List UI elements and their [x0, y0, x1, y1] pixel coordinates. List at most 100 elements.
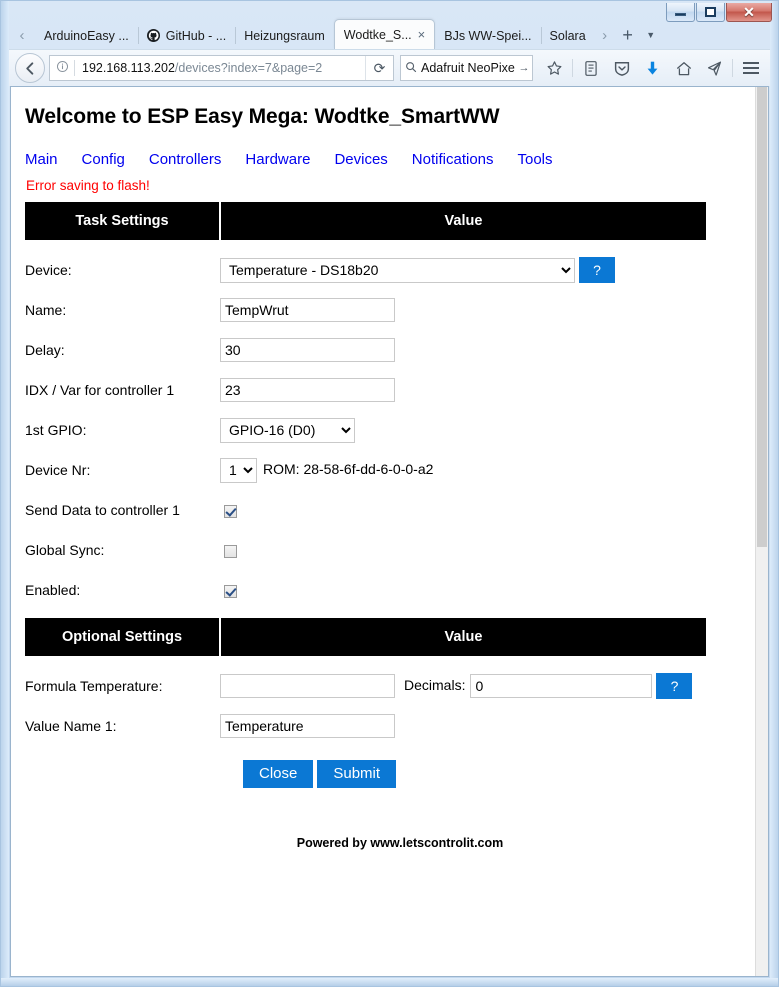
optional-settings-header: Optional Settings — [25, 618, 221, 656]
task-settings-header: Task Settings — [25, 202, 221, 240]
send-data-checkbox[interactable] — [224, 504, 237, 518]
row-global-sync: Global Sync: — [25, 530, 706, 570]
decimals-input[interactable] — [470, 674, 653, 698]
name-value-cell — [220, 290, 706, 330]
tab-label: GitHub - ... — [165, 28, 227, 43]
formula-label: Formula Temperature: — [25, 678, 163, 694]
tab-label: ArduinoEasy ... — [44, 28, 129, 43]
nav-link-controllers[interactable]: Controllers — [149, 151, 222, 168]
back-button[interactable] — [15, 53, 45, 83]
enabled-label: Enabled: — [25, 582, 81, 598]
device-nr-select[interactable]: 1 — [220, 457, 257, 483]
address-bar[interactable]: 192.168.113.202/devices?index=7&page=2 ⟳ — [49, 55, 394, 81]
value-name-1-label: Value Name 1: — [25, 718, 117, 734]
search-go-icon[interactable]: → — [516, 62, 532, 74]
submit-button[interactable]: Submit — [317, 760, 397, 788]
gpio-label: 1st GPIO: — [25, 422, 87, 438]
page-viewport: Welcome to ESP Easy Mega: Wodtke_SmartWW… — [10, 86, 769, 977]
value-header: Value — [220, 202, 706, 240]
value-name-1-value-cell — [220, 706, 706, 746]
window-left-edge — [1, 1, 9, 986]
device-nr-value-cell: 1 ROM: 28-58-6f-dd-6-0-0-a2 — [220, 450, 706, 490]
downloads-icon[interactable] — [637, 53, 668, 83]
device-help-button[interactable]: ? — [579, 257, 615, 283]
esp-easy-page: Welcome to ESP Easy Mega: Wodtke_SmartWW… — [11, 87, 755, 976]
tab-scroll-right-button[interactable]: › — [595, 21, 615, 49]
tab-scroll-left-button[interactable]: ‹ — [9, 21, 35, 49]
idx-label: IDX / Var for controller 1 — [25, 382, 175, 398]
gpio-select[interactable]: GPIO-16 (D0) — [220, 417, 355, 443]
send-data-value-cell — [220, 490, 706, 530]
optional-settings-table: Optional Settings Value Formula Temperat… — [25, 618, 706, 746]
gpio-value-cell: GPIO-16 (D0) — [220, 410, 706, 450]
delay-value-cell — [220, 330, 706, 370]
new-tab-button[interactable]: + — [615, 21, 641, 49]
decimals-help-button[interactable]: ? — [656, 673, 693, 699]
row-enabled: Enabled: — [25, 570, 706, 610]
tab-close-icon[interactable]: × — [418, 28, 426, 41]
url-host: 192.168.113.202 — [82, 61, 175, 75]
tab-heizungsraum[interactable]: Heizungsraum — [235, 22, 334, 49]
rom-text: ROM: 28-58-6f-dd-6-0-0-a2 — [263, 460, 434, 477]
browser-toolbar: 192.168.113.202/devices?index=7&page=2 ⟳… — [9, 49, 770, 86]
send-tab-icon[interactable] — [699, 53, 730, 83]
minimize-icon — [675, 13, 686, 16]
nav-link-config[interactable]: Config — [82, 151, 125, 168]
list-all-tabs-button[interactable]: ▼ — [641, 21, 661, 49]
menu-hamburger-icon[interactable] — [735, 53, 766, 83]
delay-label: Delay: — [25, 342, 65, 358]
row-formula: Formula Temperature: Decimals:? — [25, 666, 706, 706]
main-navigation: Main Config Controllers Hardware Devices Noti… — [25, 151, 741, 168]
github-icon — [147, 29, 161, 43]
tab-bjs-ww-speicher[interactable]: BJs WW-Spei... — [435, 22, 540, 49]
device-select[interactable]: Temperature - DS18b20 — [220, 257, 575, 283]
row-delay: Delay: — [25, 330, 706, 370]
formula-value-cell: Decimals:? — [220, 666, 706, 706]
search-box[interactable]: Adafruit NeoPixe → — [400, 55, 533, 81]
delay-input[interactable] — [220, 338, 395, 362]
idx-value-cell — [220, 370, 706, 410]
search-input[interactable]: Adafruit NeoPixe — [421, 61, 516, 75]
nav-link-notifications[interactable]: Notifications — [412, 151, 494, 168]
enabled-checkbox[interactable] — [224, 584, 237, 598]
pocket-shield-icon[interactable] — [606, 53, 637, 83]
library-icon[interactable] — [575, 53, 606, 83]
page-scrollbar[interactable] — [755, 87, 768, 976]
url-text: 192.168.113.202/devices?index=7&page=2 — [75, 61, 365, 75]
idx-input[interactable] — [220, 378, 395, 402]
reload-icon[interactable]: ⟳ — [365, 56, 393, 80]
value-header: Value — [220, 618, 706, 656]
device-nr-label: Device Nr: — [25, 462, 91, 478]
value-name-1-input[interactable] — [220, 714, 395, 738]
nav-link-main[interactable]: Main — [25, 151, 58, 168]
close-button[interactable]: Close — [243, 760, 314, 788]
name-input[interactable] — [220, 298, 395, 322]
toolbar-divider — [572, 59, 573, 77]
tab-strip: ‹ ArduinoEasy ... GitHub - ... Heizungsr… — [9, 19, 770, 49]
tab-arduinoeasy[interactable]: ArduinoEasy ... — [35, 22, 138, 49]
home-icon[interactable] — [668, 53, 699, 83]
send-data-label: Send Data to controller 1 — [25, 502, 180, 518]
scrollbar-thumb[interactable] — [757, 87, 767, 547]
tab-wodtke-smartww[interactable]: Wodtke_S... × — [333, 19, 436, 49]
maximize-icon — [705, 7, 716, 17]
bookmark-star-icon[interactable] — [539, 53, 570, 83]
tab-label: Solara — [549, 28, 586, 43]
global-sync-checkbox[interactable] — [224, 544, 237, 558]
window-bottom-edge — [1, 978, 778, 986]
tab-solara[interactable]: Solara — [540, 22, 595, 49]
url-path: /devices?index=7&page=2 — [174, 61, 323, 75]
form-actions: Close Submit — [243, 760, 741, 788]
row-device: Device: Temperature - DS18b20 ? — [25, 250, 706, 290]
nav-link-hardware[interactable]: Hardware — [245, 151, 310, 168]
toolbar-divider — [732, 59, 733, 77]
row-gpio: 1st GPIO: GPIO-16 (D0) — [25, 410, 706, 450]
window-right-edge — [770, 1, 778, 986]
tab-label: Wodtke_S... — [343, 27, 412, 42]
formula-input[interactable] — [220, 674, 395, 698]
nav-link-devices[interactable]: Devices — [334, 151, 387, 168]
tab-github[interactable]: GitHub - ... — [137, 22, 235, 49]
nav-link-tools[interactable]: Tools — [518, 151, 553, 168]
site-info-icon[interactable] — [50, 60, 74, 76]
global-sync-label: Global Sync: — [25, 542, 105, 558]
